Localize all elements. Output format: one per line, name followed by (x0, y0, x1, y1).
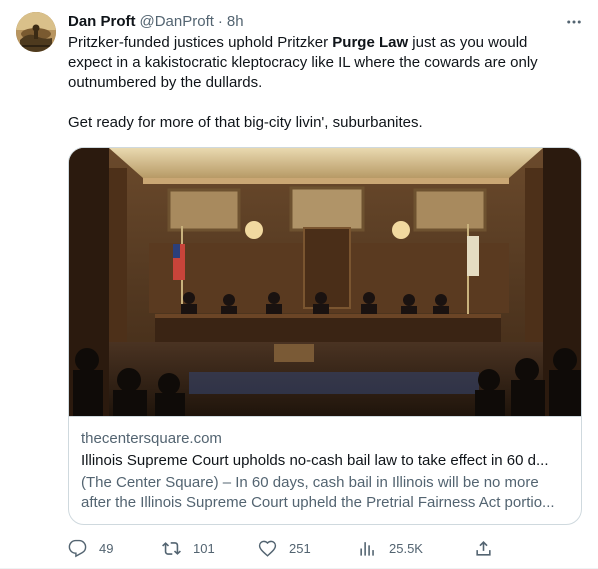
retweet-count: 101 (193, 540, 215, 556)
reply-button[interactable]: 49 (68, 536, 113, 560)
tweet-actions: 49 101 251 25.5K (68, 536, 498, 560)
tweet-text-part-1: Pritzker-funded justices uphold Pritzker (68, 34, 333, 51)
views-button[interactable]: 25.5K (358, 536, 423, 560)
avatar-image (16, 12, 56, 52)
tweet[interactable]: Dan Proft @DanProft · 8h Pritzker-funded… (0, 0, 598, 569)
tweet-header: Dan Proft @DanProft · 8h (68, 12, 244, 32)
author-display-name[interactable]: Dan Proft (68, 12, 136, 32)
more-icon (567, 20, 581, 24)
tweet-timestamp[interactable]: 8h (227, 12, 244, 32)
retweet-icon (162, 541, 181, 555)
reply-count: 49 (99, 540, 114, 556)
views-icon (360, 541, 374, 556)
tweet-paragraph-1: Pritzker-funded justices uphold Pritzker… (68, 33, 568, 93)
share-button[interactable] (474, 536, 493, 560)
like-count: 251 (289, 540, 311, 556)
views-count: 25.5K (389, 540, 423, 556)
avatar[interactable] (16, 12, 56, 52)
author-handle[interactable]: @DanProft (140, 12, 214, 32)
link-card-domain: thecentersquare.com (81, 430, 222, 447)
header-separator: · (217, 13, 223, 30)
link-card-image[interactable] (69, 148, 581, 416)
share-icon (476, 540, 491, 556)
link-card-description: (The Center Square) – In 60 days, cash b… (81, 474, 555, 511)
link-card[interactable]: thecentersquare.com Illinois Supreme Cou… (68, 147, 582, 525)
reply-icon (68, 539, 87, 557)
tweet-text-bold: Purge Law (332, 34, 409, 51)
like-button[interactable]: 251 (258, 536, 311, 560)
tweet-text: Pritzker-funded justices uphold Pritzker… (68, 33, 568, 133)
heart-icon (258, 540, 277, 557)
courtroom-image (69, 148, 581, 416)
link-card-body[interactable]: thecentersquare.com Illinois Supreme Cou… (69, 416, 581, 524)
tweet-paragraph-2: Get ready for more of that big-city livi… (68, 114, 423, 131)
more-button[interactable] (562, 10, 586, 34)
link-card-title: Illinois Supreme Court upholds no-cash b… (81, 452, 549, 469)
retweet-button[interactable]: 101 (162, 536, 215, 560)
